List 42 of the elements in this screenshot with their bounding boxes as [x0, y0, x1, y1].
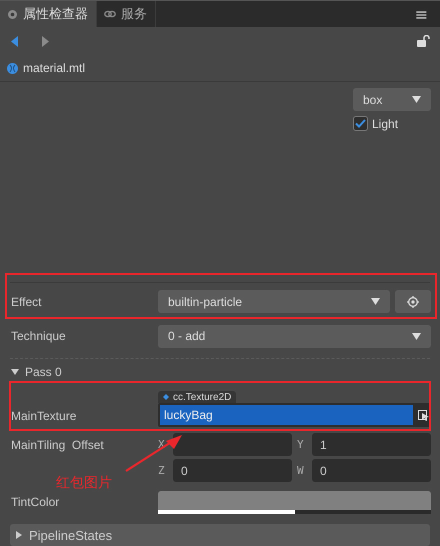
type-tag: cc.Texture2D — [158, 391, 236, 403]
effect-dropdown[interactable]: builtin-particle — [158, 290, 390, 313]
number-field[interactable] — [173, 433, 292, 456]
file-name: material.mtl — [23, 61, 86, 75]
caret-icon — [412, 96, 421, 103]
panel-tab[interactable]: 属性检查器 — [0, 1, 97, 27]
locate-button[interactable] — [395, 290, 431, 313]
caret-icon — [371, 298, 380, 305]
menu-button[interactable]: ≡ — [402, 1, 440, 27]
property-label: TintColor — [11, 495, 60, 509]
axis-label: Y — [297, 438, 305, 451]
property-label: Technique — [11, 329, 67, 343]
number-field[interactable]: 1 — [312, 433, 431, 456]
number-field[interactable]: 0 — [312, 459, 431, 482]
annotation-text: 红包图片 — [56, 474, 112, 492]
property-label: Effect — [11, 294, 42, 308]
shape-dropdown[interactable]: box — [353, 88, 431, 111]
back-arrow-icon[interactable] — [11, 36, 18, 46]
checkbox-label: Light — [372, 116, 398, 130]
panel-tab[interactable]: 服务 — [97, 1, 156, 27]
asset-field[interactable]: luckyBag — [160, 405, 413, 425]
unlock-icon[interactable] — [417, 35, 430, 47]
expanded-caret-icon — [11, 368, 19, 376]
material-icon — [7, 62, 18, 74]
gear-icon — [7, 8, 18, 20]
light-checkbox[interactable] — [353, 116, 368, 131]
crosshair-icon — [407, 296, 419, 308]
section-header[interactable]: PipelineStates — [10, 524, 430, 546]
picker-icon[interactable] — [418, 410, 429, 420]
section-header[interactable]: Pass 0 — [0, 361, 440, 383]
number-field[interactable]: 0 — [173, 459, 292, 482]
caret-icon — [412, 332, 421, 340]
axis-label: Z — [158, 464, 166, 477]
property-label: MainTiling Offset — [11, 437, 105, 452]
property-label: MainTexture — [11, 409, 78, 425]
color-swatch[interactable] — [158, 490, 431, 510]
forward-arrow-icon[interactable] — [42, 36, 49, 46]
collapsed-caret-icon — [15, 531, 23, 539]
axis-label: W — [297, 464, 305, 477]
technique-dropdown[interactable]: 0 - add — [158, 324, 431, 348]
diamond-icon — [163, 394, 169, 400]
link-icon — [104, 10, 116, 18]
